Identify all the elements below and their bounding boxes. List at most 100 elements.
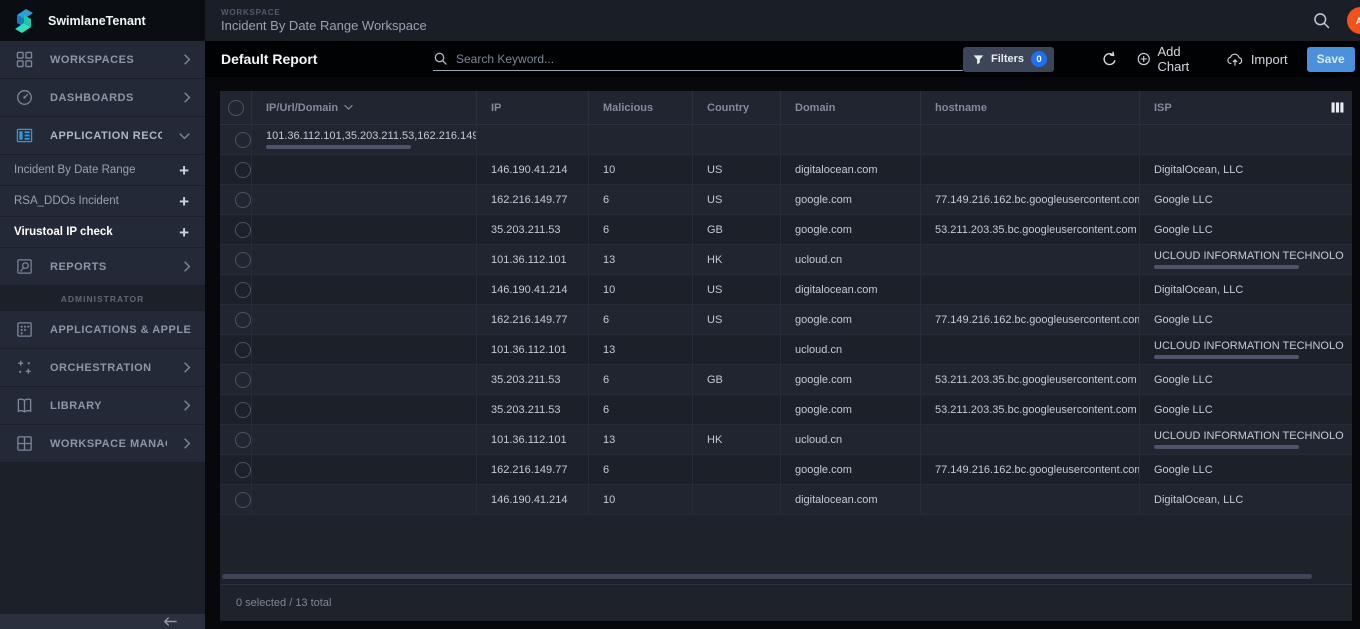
sidebar-item-label: ORCHESTRATION <box>50 362 167 374</box>
row-checkbox[interactable] <box>235 402 251 418</box>
table-cell: UCLOUD INFORMATION TECHNOLOG <box>1140 245 1352 274</box>
row-checkbox[interactable] <box>235 132 251 148</box>
column-header[interactable]: ISP <box>1140 91 1352 124</box>
sidebar-collapse-bar[interactable] <box>0 614 205 629</box>
cell-text: 146.190.41.214 <box>491 284 588 296</box>
table-cell <box>252 275 477 304</box>
row-checkbox[interactable] <box>235 312 251 328</box>
sidebar-filler <box>0 463 205 614</box>
sidebar-record-item[interactable]: RSA_DDOs Incident+ <box>0 186 205 217</box>
cell-text: Google LLC <box>1154 464 1344 476</box>
cell-overflow-scrollbar[interactable] <box>1154 445 1299 449</box>
cell-overflow-scrollbar[interactable] <box>266 145 411 149</box>
add-chart-button[interactable]: Add Chart <box>1137 44 1207 74</box>
table-cell <box>921 485 1140 514</box>
applications-applets-icon <box>14 320 34 340</box>
table-row[interactable]: 35.203.211.536google.com53.211.203.35.bc… <box>220 395 1352 425</box>
row-checkbox[interactable] <box>235 432 251 448</box>
table-row[interactable]: 35.203.211.536GBgoogle.com53.211.203.35.… <box>220 365 1352 395</box>
main-area: WORKSPACE Incident By Date Range Workspa… <box>205 0 1360 629</box>
column-header[interactable]: IP/Url/Domain <box>252 91 477 124</box>
sidebar-item-label: WORKSPACES <box>50 54 167 66</box>
table-cell: Google LLC <box>1140 185 1352 214</box>
sidebar-item-application-records[interactable]: APPLICATION RECORDS <box>0 117 205 155</box>
table-row[interactable]: 146.190.41.21410digitalocean.comDigitalO… <box>220 485 1352 515</box>
select-all-checkbox[interactable] <box>228 100 244 116</box>
table-row[interactable]: 101.36.112.10113ucloud.cnUCLOUD INFORMAT… <box>220 335 1352 365</box>
column-header[interactable]: Domain <box>781 91 921 124</box>
row-checkbox[interactable] <box>235 462 251 478</box>
column-header-label: hostname <box>935 102 987 114</box>
table-cell <box>921 425 1140 454</box>
row-checkbox[interactable] <box>235 222 251 238</box>
select-all-cell <box>220 91 252 124</box>
cell-text: 53.211.203.35.bc.googleusercontent.com <box>935 404 1139 416</box>
sidebar-record-item[interactable]: Virustoal IP check+ <box>0 217 205 248</box>
cell-overflow-scrollbar[interactable] <box>1154 355 1299 359</box>
table-row[interactable]: 35.203.211.536GBgoogle.com53.211.203.35.… <box>220 215 1352 245</box>
column-picker-icon[interactable] <box>1331 102 1344 113</box>
table-cell: google.com <box>781 185 921 214</box>
table-cell: 35.203.211.53 <box>477 395 589 424</box>
table-row[interactable]: 101.36.112.10113HKucloud.cnUCLOUD INFORM… <box>220 425 1352 455</box>
import-label: Import <box>1251 52 1288 67</box>
sidebar-item-applications-applets[interactable]: APPLICATIONS & APPLETS <box>0 311 205 349</box>
table-header-row: IP/Url/DomainIP Malicious CountryDomain hos… <box>220 91 1352 125</box>
search-keyword-input[interactable] <box>456 52 963 66</box>
global-search-icon[interactable] <box>1312 11 1331 30</box>
table-cell: 77.149.216.162.bc.googleusercontent.com <box>921 305 1140 334</box>
table-cell: 162.216.149.77 <box>477 455 589 484</box>
save-button[interactable]: Save <box>1307 47 1355 72</box>
cell-overflow-scrollbar[interactable] <box>1154 265 1299 269</box>
table-cell: DigitalOcean, LLC <box>1140 155 1352 184</box>
table-row[interactable]: 146.190.41.21410USdigitalocean.comDigita… <box>220 155 1352 185</box>
sidebar-item-dashboards[interactable]: DASHBOARDS <box>0 79 205 117</box>
table-cell: ucloud.cn <box>781 335 921 364</box>
workspace-management-icon <box>14 434 34 454</box>
table-cell: 6 <box>589 305 693 334</box>
refresh-button[interactable] <box>1101 51 1118 68</box>
table-row[interactable]: 101.36.112.101,35.203.211.53,162.216.149… <box>220 125 1352 155</box>
table-row[interactable]: 162.216.149.776google.com77.149.216.162.… <box>220 455 1352 485</box>
row-checkbox[interactable] <box>235 192 251 208</box>
sidebar-item-library[interactable]: LIBRARY <box>0 387 205 425</box>
sidebar-item-reports[interactable]: REPORTS <box>0 248 205 286</box>
row-checkbox[interactable] <box>235 162 251 178</box>
column-header[interactable]: Malicious <box>589 91 693 124</box>
table-row[interactable]: 162.216.149.776USgoogle.com77.149.216.16… <box>220 185 1352 215</box>
column-header-label: Malicious <box>603 102 653 114</box>
sidebar-item-orchestration[interactable]: ORCHESTRATION <box>0 349 205 387</box>
user-avatar[interactable]: AI <box>1347 7 1360 34</box>
table-cell: 13 <box>589 245 693 274</box>
sidebar-item-label: APPLICATIONS & APPLETS <box>50 324 191 336</box>
column-header[interactable]: IP <box>477 91 589 124</box>
row-checkbox[interactable] <box>235 282 251 298</box>
app-root: SwimlaneTenant WORKSPACES DASHBOARDS <box>0 0 1360 629</box>
table-row[interactable]: 101.36.112.10113HKucloud.cnUCLOUD INFORM… <box>220 245 1352 275</box>
row-checkbox[interactable] <box>235 342 251 358</box>
workspaces-icon <box>14 50 34 70</box>
add-record-icon[interactable]: + <box>179 162 189 179</box>
table-cell <box>477 125 589 154</box>
horizontal-scrollbar[interactable] <box>222 574 1312 579</box>
add-record-icon[interactable]: + <box>179 224 189 241</box>
sidebar-record-item[interactable]: Incident By Date Range+ <box>0 155 205 186</box>
column-header[interactable]: hostname <box>921 91 1140 124</box>
column-header[interactable]: Country <box>693 91 781 124</box>
cell-text: 6 <box>603 194 692 206</box>
funnel-icon <box>973 54 984 65</box>
import-button[interactable]: Import <box>1226 52 1288 67</box>
row-checkbox[interactable] <box>235 252 251 268</box>
sidebar-item-workspaces[interactable]: WORKSPACES <box>0 41 205 79</box>
add-record-icon[interactable]: + <box>179 193 189 210</box>
row-checkbox[interactable] <box>235 492 251 508</box>
cell-text: US <box>707 164 780 176</box>
filters-button[interactable]: Filters 0 <box>963 47 1054 72</box>
sidebar-item-workspace-management[interactable]: WORKSPACE MANAGEMENT <box>0 425 205 463</box>
table-cell: HK <box>693 245 781 274</box>
row-checkbox[interactable] <box>235 372 251 388</box>
table-cell: GB <box>693 365 781 394</box>
table-row[interactable]: 162.216.149.776USgoogle.com77.149.216.16… <box>220 305 1352 335</box>
table-row[interactable]: 146.190.41.21410USdigitalocean.comDigita… <box>220 275 1352 305</box>
cell-text: 53.211.203.35.bc.googleusercontent.com <box>935 374 1139 386</box>
